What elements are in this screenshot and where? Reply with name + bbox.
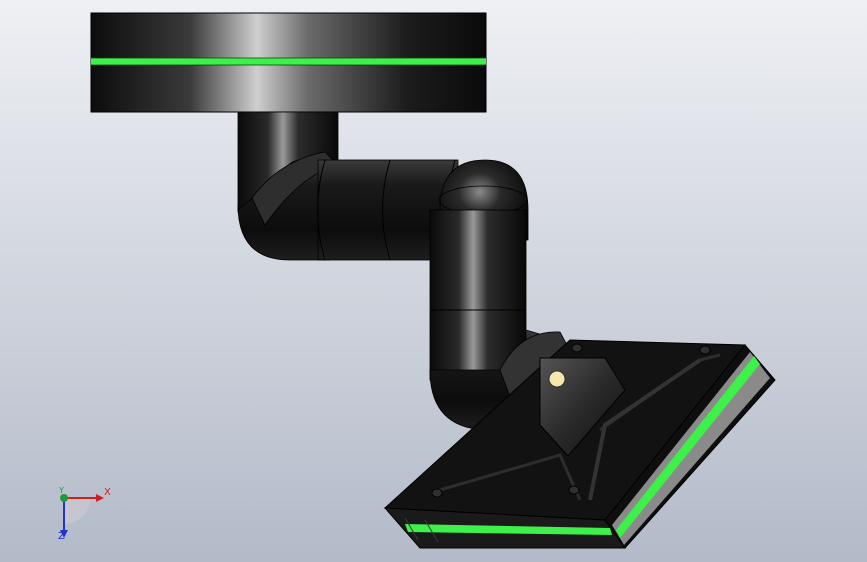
drum-green-band <box>91 58 486 65</box>
ceiling-mount-drum[interactable] <box>90 12 487 113</box>
y-axis-label: Y <box>59 486 64 495</box>
pivot-pin <box>548 370 566 388</box>
bolt <box>699 345 711 355</box>
cad-model[interactable] <box>0 0 867 562</box>
z-axis-label: Z <box>58 531 65 542</box>
bolt <box>431 488 443 498</box>
bolt <box>568 485 580 495</box>
bolt <box>571 343 583 353</box>
axis-triad: X Y Z <box>44 478 124 548</box>
x-axis-label: X <box>104 487 111 498</box>
graphics-viewport[interactable]: X Y Z <box>0 0 867 562</box>
